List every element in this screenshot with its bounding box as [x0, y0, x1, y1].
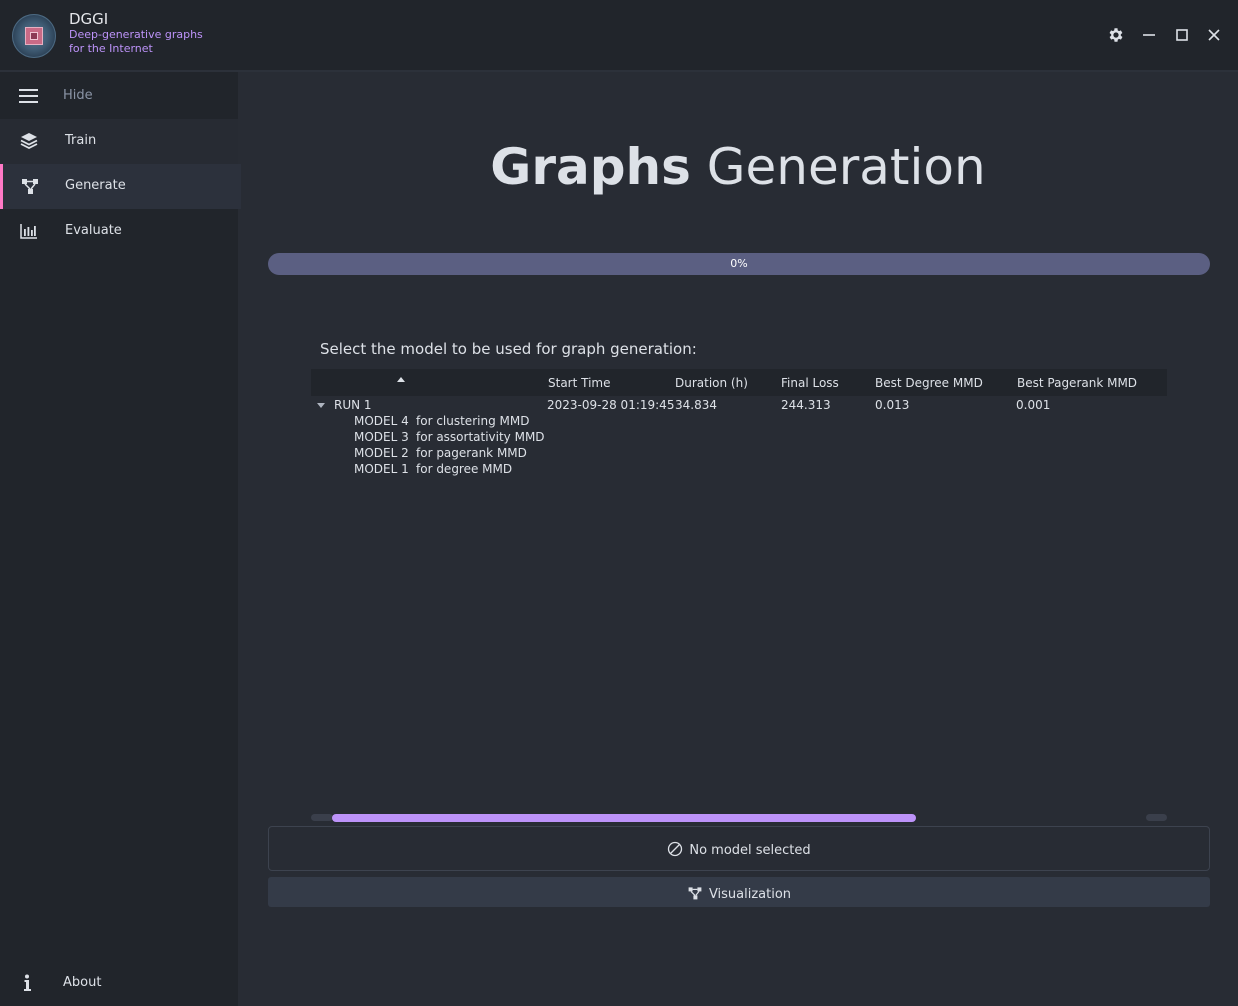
hamburger-icon [19, 86, 39, 106]
maximize-icon[interactable] [1171, 24, 1193, 46]
sidebar-item-generate[interactable]: Generate [0, 164, 241, 209]
tree-run-start-time: 2023-09-28 01:19:45 [547, 398, 675, 412]
model-description: for assortativity MMD [416, 430, 545, 444]
tree-run-final-loss: 244.313 [781, 398, 831, 412]
column-header-best-pagerank-mmd[interactable]: Best Pagerank MMD [1017, 376, 1137, 390]
sidebar-item-label: Generate [65, 178, 126, 193]
info-icon [19, 973, 39, 993]
model-select-prompt: Select the model to be used for graph ge… [320, 340, 697, 358]
tree-run-best-degree-mmd: 0.013 [875, 398, 910, 412]
app-title: DGGI [69, 10, 109, 28]
page-title-rest: Generation [706, 138, 986, 196]
model-name: MODEL 4 [354, 414, 409, 428]
progress-text: 0% [730, 257, 748, 270]
model-name: MODEL 3 [354, 430, 409, 444]
sidebar-item-label: About [63, 975, 102, 990]
tree-run-name[interactable]: RUN 1 [334, 398, 372, 412]
scrollbar-left-cap[interactable] [311, 814, 333, 821]
sidebar-item-train[interactable]: Train [0, 119, 238, 164]
tree-run-duration: 34.834 [675, 398, 717, 412]
column-header-duration[interactable]: Duration (h) [675, 376, 748, 390]
generation-progress-bar: 0% [268, 253, 1210, 275]
column-header-start-time[interactable]: Start Time [548, 376, 611, 390]
sidebar: Hide Train Generate Evaluate About [0, 72, 241, 1006]
expand-chevron-icon[interactable] [317, 403, 325, 408]
sidebar-item-evaluate[interactable]: Evaluate [0, 209, 238, 254]
selection-status-label: No model selected [689, 843, 811, 858]
tree-header: Start Time Duration (h) Final Loss Best … [311, 369, 1167, 396]
page-title: Graphs Generation [238, 138, 1238, 196]
close-icon[interactable] [1203, 24, 1225, 46]
layers-icon [19, 131, 39, 151]
page-title-bold: Graphs [490, 138, 691, 196]
horizontal-scrollbar-thumb[interactable] [332, 814, 916, 822]
no-selection-icon [668, 841, 683, 857]
visualization-button[interactable]: Visualization [268, 877, 1210, 907]
graph-nodes-icon [688, 887, 702, 900]
sidebar-toggle[interactable]: Hide [0, 74, 238, 119]
title-bar: DGGI Deep-generative graphs for the Inte… [0, 0, 1238, 72]
bar-chart-icon [19, 221, 39, 241]
tree-run-best-pagerank-mmd: 0.001 [1016, 398, 1051, 412]
app-subtitle: Deep-generative graphs for the Internet [69, 28, 203, 55]
model-description: for pagerank MMD [416, 446, 527, 460]
visualization-label: Visualization [708, 887, 792, 902]
sidebar-item-about[interactable]: About [0, 961, 238, 1006]
minimize-icon[interactable] [1138, 24, 1160, 46]
sidebar-toggle-label: Hide [63, 88, 93, 103]
sort-ascending-icon[interactable] [397, 377, 405, 382]
model-name: MODEL 1 [354, 462, 409, 476]
model-description: for clustering MMD [416, 414, 530, 428]
selected-model-status-button[interactable]: No model selected [268, 826, 1210, 871]
sidebar-item-label: Evaluate [65, 223, 122, 238]
gear-icon[interactable] [1105, 24, 1127, 46]
model-name: MODEL 2 [354, 446, 409, 460]
model-description: for degree MMD [416, 462, 513, 476]
graph-nodes-icon [20, 176, 40, 196]
column-header-best-degree-mmd[interactable]: Best Degree MMD [875, 376, 983, 390]
scrollbar-right-cap[interactable] [1146, 814, 1167, 821]
app-logo [12, 14, 56, 58]
sidebar-item-label: Train [65, 133, 97, 148]
column-header-final-loss[interactable]: Final Loss [781, 376, 839, 390]
